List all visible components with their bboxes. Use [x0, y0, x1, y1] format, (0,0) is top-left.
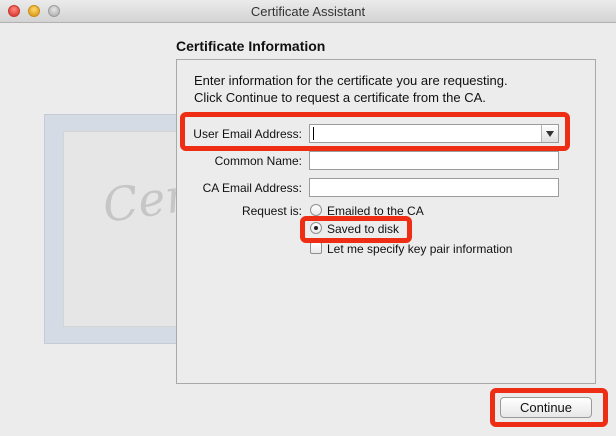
highlight-user-email	[180, 112, 570, 151]
window-title: Certificate Assistant	[250, 4, 366, 19]
intro-text: Enter information for the certificate yo…	[194, 72, 508, 106]
radio-emailed-to-ca[interactable]	[310, 204, 322, 216]
intro-line-1: Enter information for the certificate yo…	[194, 73, 508, 88]
key-pair-label[interactable]: Let me specify key pair information	[327, 242, 512, 256]
section-title: Certificate Information	[176, 38, 326, 54]
intro-line-2: Click Continue to request a certificate …	[194, 90, 486, 105]
highlight-saved-to-disk	[300, 216, 412, 243]
ca-email-label: CA Email Address:	[202, 181, 302, 195]
common-name-field[interactable]	[309, 151, 559, 170]
highlight-continue	[490, 388, 608, 427]
ca-email-field[interactable]	[309, 178, 559, 197]
title-bar: Certificate Assistant	[0, 0, 616, 23]
checkbox-key-pair[interactable]	[310, 242, 322, 254]
common-name-label: Common Name:	[214, 154, 302, 168]
request-is-label: Request is:	[241, 204, 302, 218]
